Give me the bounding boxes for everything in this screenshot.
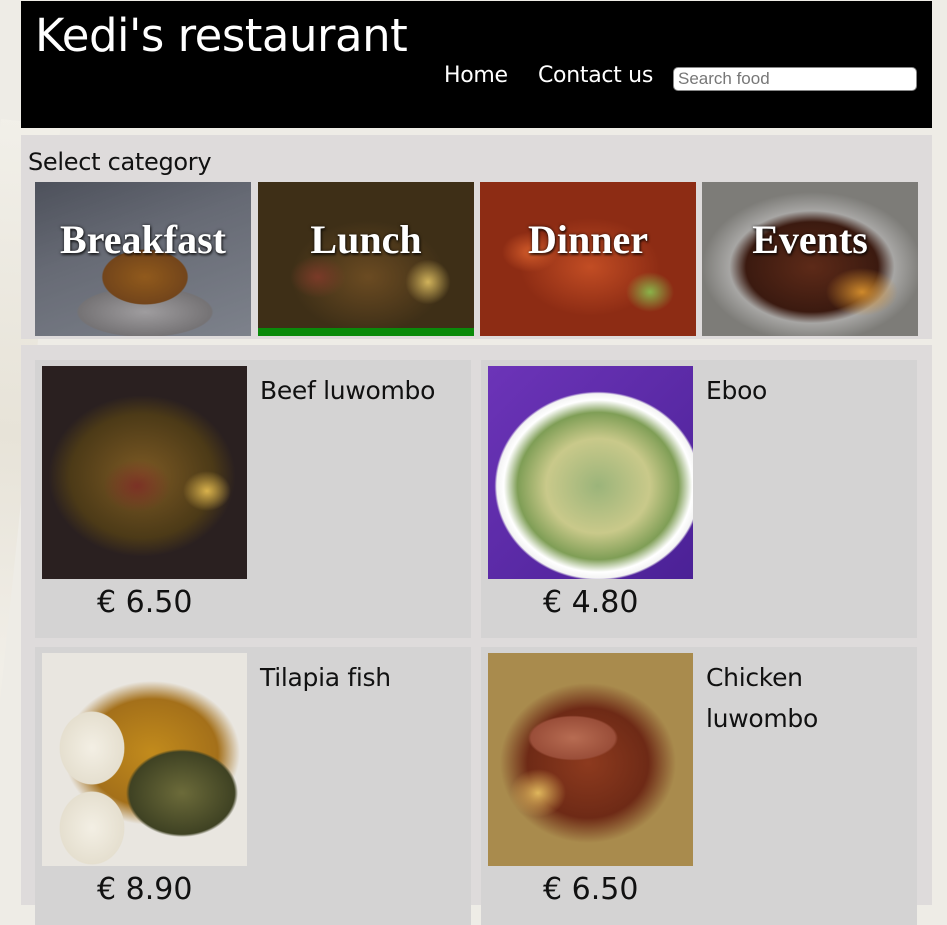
category-breakfast[interactable]: Breakfast: [35, 182, 251, 336]
category-label: Dinner: [528, 217, 648, 262]
food-price: € 8.90: [97, 872, 193, 907]
category-events[interactable]: Events: [702, 182, 918, 336]
category-label: Breakfast: [60, 217, 226, 262]
search-input[interactable]: [673, 67, 917, 91]
food-image: [42, 653, 247, 866]
food-image: [488, 653, 693, 866]
food-menu: Beef luwombo € 6.50 Eboo € 4.80 Tilapia …: [21, 345, 932, 925]
food-name: Beef luwombo: [260, 376, 436, 405]
food-price: € 4.80: [543, 585, 639, 620]
category-heading: Select category: [28, 148, 212, 176]
category-lunch[interactable]: Lunch: [258, 182, 474, 336]
food-card[interactable]: Eboo € 4.80: [481, 360, 917, 638]
food-card[interactable]: Beef luwombo € 6.50: [35, 360, 471, 638]
category-label: Lunch: [310, 217, 422, 262]
nav-contact-link[interactable]: Contact us: [538, 63, 653, 88]
site-title: Kedi's restaurant: [35, 9, 408, 62]
food-card[interactable]: Chicken luwombo € 6.50: [481, 647, 917, 925]
active-category-indicator: [258, 328, 474, 336]
food-image: [488, 366, 693, 579]
food-card[interactable]: Tilapia fish € 8.90: [35, 647, 471, 925]
food-name: Chicken luwombo: [706, 663, 818, 733]
food-name: Eboo: [706, 376, 768, 405]
category-selector: Select category Breakfast Lunch Dinner E…: [21, 135, 932, 339]
category-dinner[interactable]: Dinner: [480, 182, 696, 336]
food-image: [42, 366, 247, 579]
category-label: Events: [752, 217, 868, 262]
site-header: Kedi's restaurant Home Contact us: [21, 1, 932, 128]
food-name: Tilapia fish: [260, 663, 391, 692]
food-price: € 6.50: [97, 585, 193, 620]
nav-home-link[interactable]: Home: [444, 63, 508, 88]
food-price: € 6.50: [543, 872, 639, 907]
